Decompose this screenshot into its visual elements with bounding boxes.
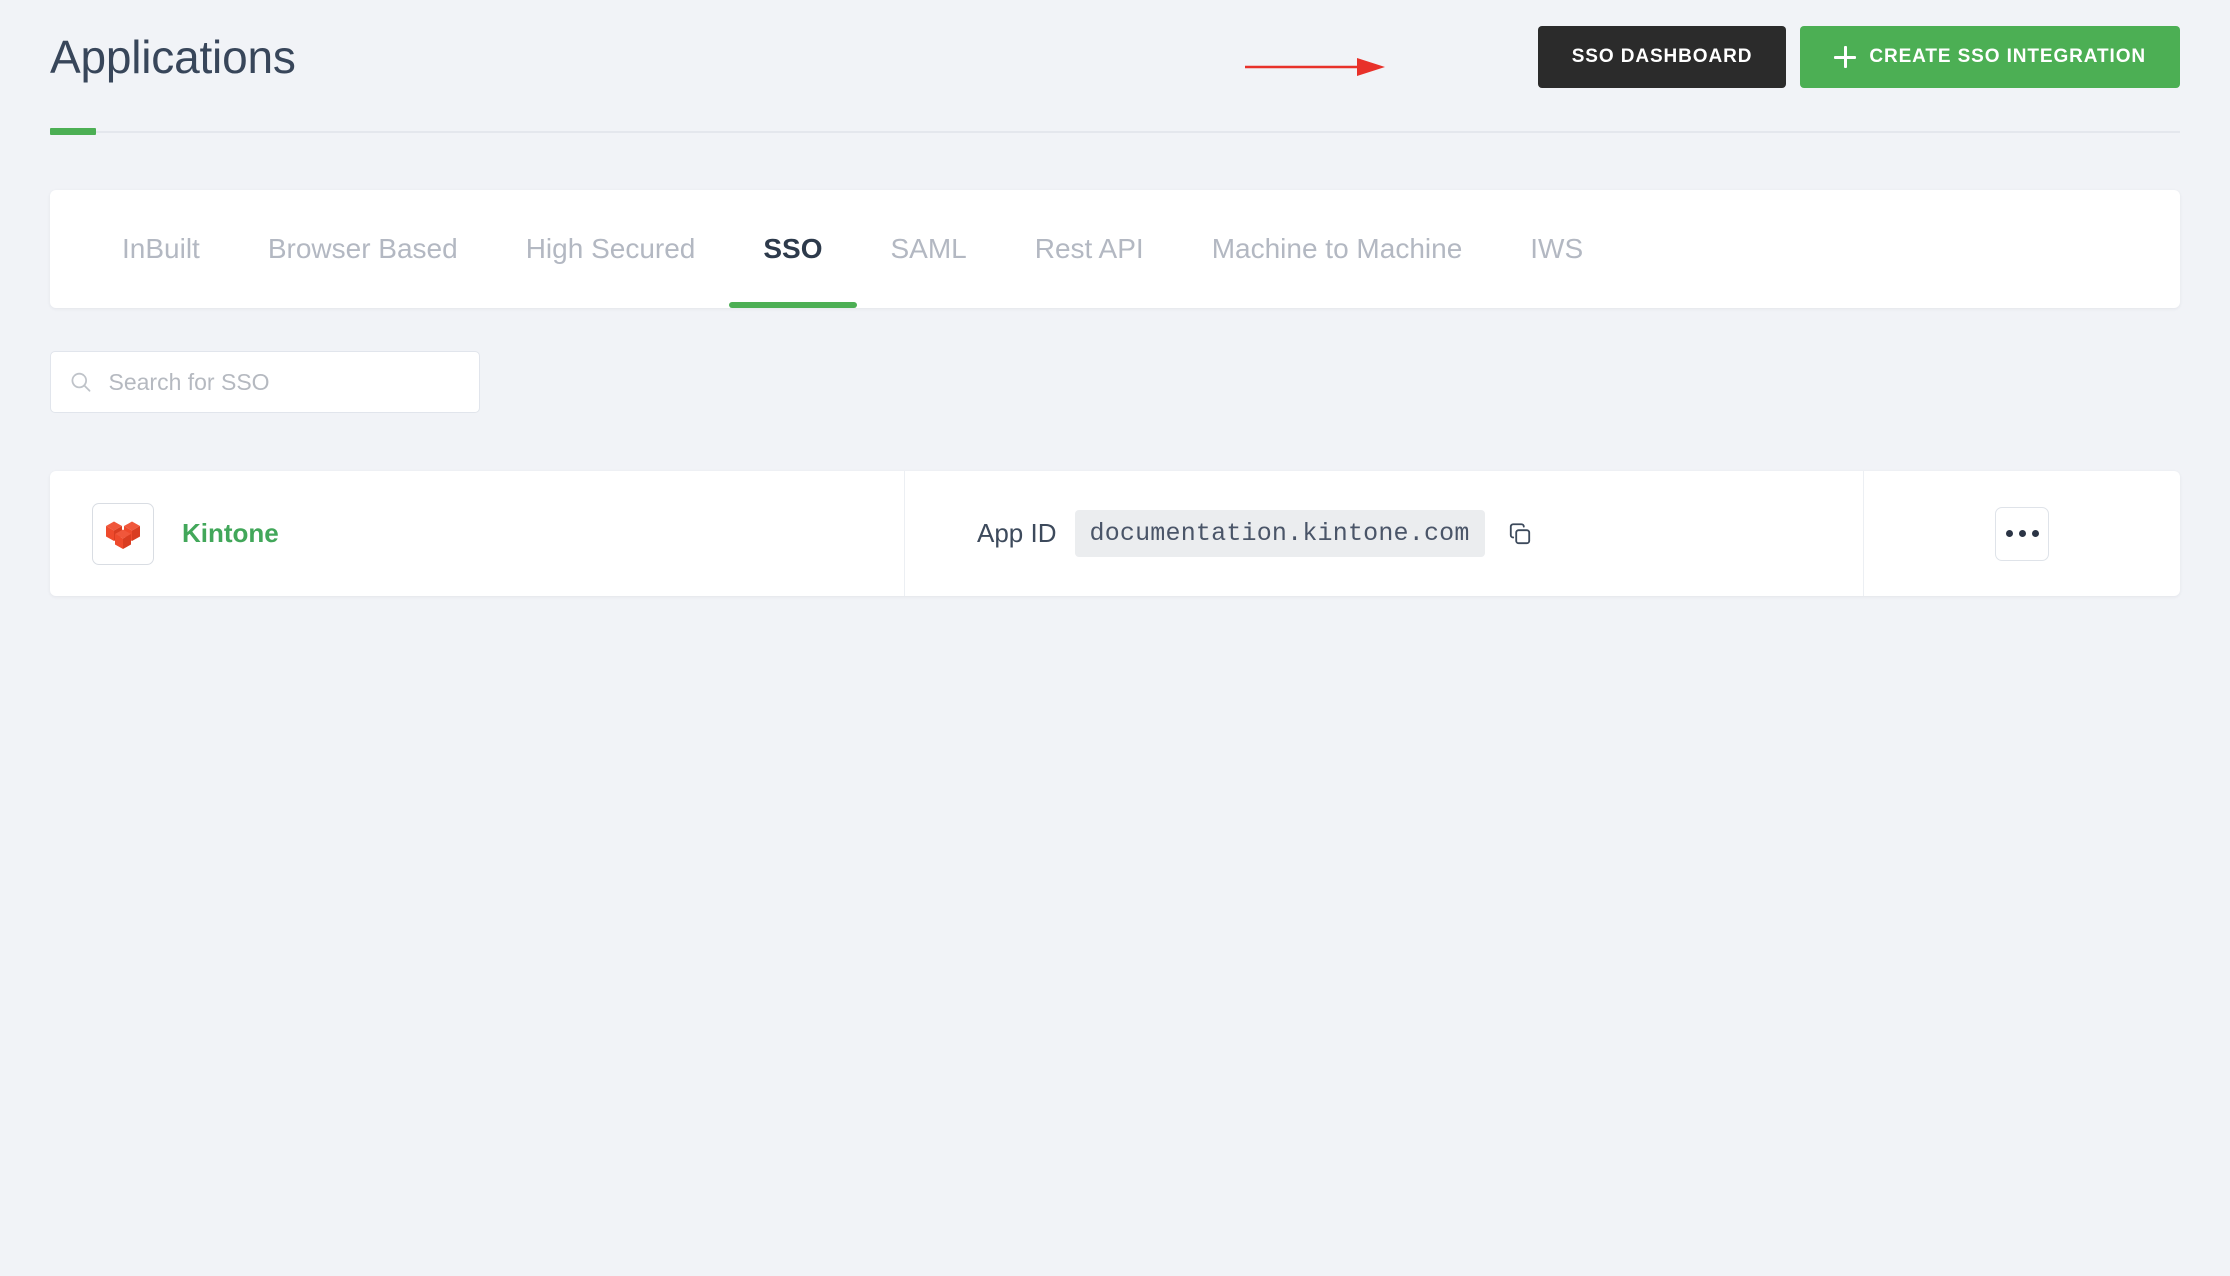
app-logo-container <box>92 502 154 565</box>
sso-dashboard-button[interactable]: SSO DASHBOARD <box>1537 26 1787 88</box>
app-id-label: App ID <box>977 518 1057 548</box>
title-divider <box>50 131 2180 133</box>
sso-dashboard-label: SSO DASHBOARD <box>1571 46 1753 67</box>
tab-label: SSO <box>763 233 823 264</box>
tab-rest-api[interactable]: Rest API <box>1001 190 1178 308</box>
applications-page: Applications SSO DASHBOARD CREATE SSO IN… <box>0 0 2230 1276</box>
table-row: Kintone App ID documentation.kintone.com <box>50 471 2180 596</box>
kintone-cube-logo-icon <box>106 521 140 549</box>
tab-label: InBuilt <box>122 233 200 264</box>
tab-label: Browser Based <box>267 233 458 264</box>
tab-label: Machine to Machine <box>1211 233 1463 264</box>
tab-label: IWS <box>1530 233 1584 264</box>
page-title: Applications <box>50 31 296 83</box>
create-sso-integration-label: CREATE SSO INTEGRATION <box>1869 46 2146 67</box>
tab-bar: InBuilt Browser Based High Secured SSO S… <box>50 190 2180 308</box>
ellipsis-icon <box>2018 530 2026 537</box>
tab-label: SAML <box>890 233 967 264</box>
application-cell: Kintone <box>50 471 905 596</box>
app-name-link[interactable]: Kintone <box>182 518 279 549</box>
app-id-cell: App ID documentation.kintone.com <box>905 471 1864 596</box>
tab-high-secured[interactable]: High Secured <box>492 190 730 308</box>
tab-sso[interactable]: SSO <box>729 190 857 308</box>
tab-iws[interactable]: IWS <box>1496 190 1617 308</box>
title-accent-bar <box>50 128 96 135</box>
plus-icon <box>1834 46 1857 68</box>
ellipsis-icon <box>2005 530 2013 537</box>
row-menu-button[interactable] <box>1995 506 2049 561</box>
page-header: Applications SSO DASHBOARD CREATE SSO IN… <box>0 0 2230 140</box>
tab-machine-to-machine[interactable]: Machine to Machine <box>1178 190 1497 308</box>
tab-label: High Secured <box>525 233 696 264</box>
search-icon <box>71 372 91 392</box>
header-actions: SSO DASHBOARD CREATE SSO INTEGRATION <box>1537 26 2180 88</box>
app-id-value: documentation.kintone.com <box>1074 510 1485 557</box>
tab-label: Rest API <box>1034 233 1144 264</box>
annotation-arrow-icon <box>1245 58 1385 76</box>
tab-saml[interactable]: SAML <box>857 190 1001 308</box>
search-input[interactable] <box>106 367 461 397</box>
row-actions-cell <box>1864 471 2180 596</box>
create-sso-integration-button[interactable]: CREATE SSO INTEGRATION <box>1800 26 2180 88</box>
ellipsis-icon <box>2031 530 2039 537</box>
tab-browser-based[interactable]: Browser Based <box>234 190 492 308</box>
copy-icon <box>1509 522 1530 544</box>
tab-inbuilt[interactable]: InBuilt <box>88 190 234 308</box>
search-box[interactable] <box>50 351 480 413</box>
copy-app-id-button[interactable] <box>1503 517 1537 551</box>
